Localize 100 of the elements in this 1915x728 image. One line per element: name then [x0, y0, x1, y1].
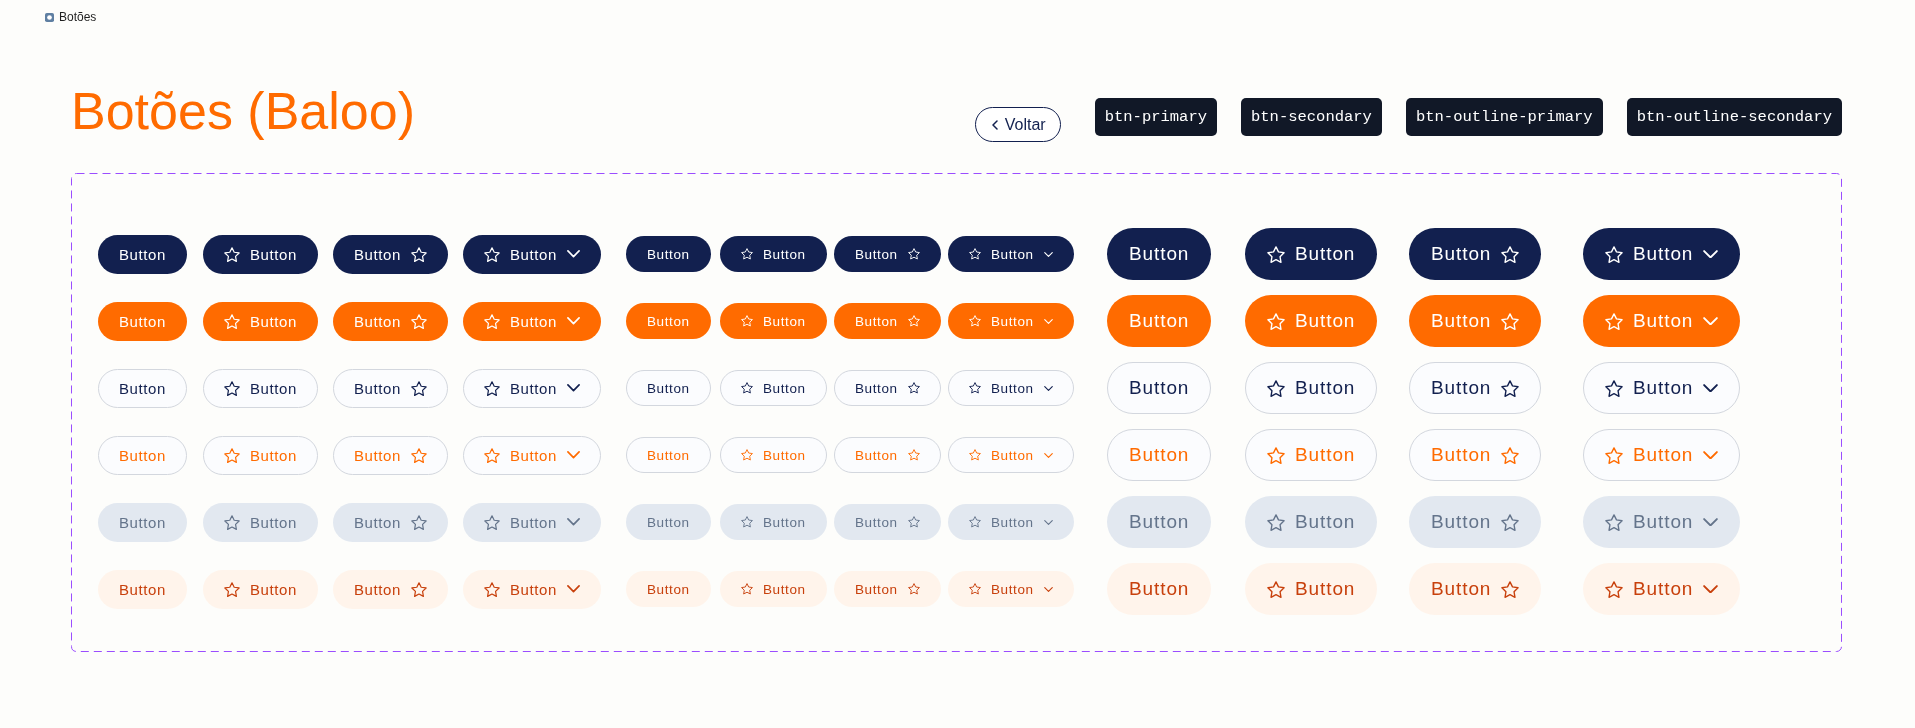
dropdown-button[interactable]: Button	[463, 301, 601, 341]
star-button[interactable]: Button	[720, 236, 827, 272]
star-icon	[1267, 379, 1285, 397]
star-button[interactable]: Button	[333, 368, 448, 408]
star-button[interactable]: Button	[720, 571, 827, 607]
dropdown-button[interactable]: Button	[463, 435, 601, 475]
star-button[interactable]: Button	[1245, 563, 1378, 615]
star-icon	[410, 447, 427, 463]
chevron-down-icon	[1043, 586, 1053, 592]
star-icon	[969, 449, 981, 461]
star-button[interactable]: Button	[333, 234, 448, 274]
star-button[interactable]: Button	[1245, 429, 1378, 481]
dropdown-button[interactable]: Button	[1583, 563, 1741, 615]
dropdown-button[interactable]: Button	[948, 303, 1074, 339]
pill-button[interactable]: Button	[98, 368, 187, 408]
dropdown-button[interactable]: Button	[948, 571, 1074, 607]
chevron-down-icon	[1043, 519, 1053, 525]
dropdown-button[interactable]: Button	[463, 569, 601, 609]
star-button[interactable]: Button	[1409, 228, 1542, 280]
star-button[interactable]: Button	[333, 301, 448, 341]
star-button[interactable]: Button	[203, 368, 318, 408]
star-button[interactable]: Button	[203, 435, 318, 475]
star-button[interactable]: Button	[203, 502, 318, 542]
dropdown-button[interactable]: Button	[1583, 362, 1741, 414]
page-title: Botões (Baloo)	[71, 82, 415, 140]
chevron-down-icon	[1043, 385, 1053, 391]
pill-button[interactable]: Button	[1107, 362, 1212, 414]
pill-button[interactable]: Button	[1107, 496, 1212, 548]
pill-button[interactable]: Button	[1107, 295, 1212, 347]
star-icon	[1501, 580, 1520, 598]
chevron-down-icon	[1043, 251, 1053, 257]
star-button[interactable]: Button	[203, 234, 318, 274]
pill-button[interactable]: Button	[626, 504, 711, 540]
star-button[interactable]: Button	[1245, 362, 1378, 414]
star-button[interactable]: Button	[203, 301, 318, 341]
pill-button[interactable]: Button	[1107, 563, 1212, 615]
star-button[interactable]: Button	[834, 504, 941, 540]
star-button[interactable]: Button	[834, 370, 941, 406]
star-button[interactable]: Button	[834, 236, 941, 272]
dropdown-button[interactable]: Button	[948, 504, 1074, 540]
chevron-down-icon	[1703, 584, 1719, 594]
star-button[interactable]: Button	[834, 303, 941, 339]
star-button[interactable]: Button	[1245, 295, 1378, 347]
pill-button[interactable]: Button	[626, 236, 711, 272]
star-button[interactable]: Button	[834, 437, 941, 473]
class-tag: btn-secondary	[1241, 98, 1382, 136]
star-button[interactable]: Button	[203, 569, 318, 609]
pill-button[interactable]: Button	[626, 437, 711, 473]
back-button[interactable]: Voltar	[974, 107, 1061, 142]
pill-button[interactable]: Button	[98, 301, 187, 341]
class-tag: btn-outline-secondary	[1626, 98, 1842, 136]
pill-button[interactable]: Button	[98, 569, 187, 609]
pill-button[interactable]: Button	[1107, 429, 1212, 481]
star-button[interactable]: Button	[720, 370, 827, 406]
star-icon	[741, 516, 753, 528]
star-button[interactable]: Button	[720, 437, 827, 473]
star-button[interactable]: Button	[1409, 295, 1542, 347]
dropdown-button[interactable]: Button	[463, 234, 601, 274]
star-button[interactable]: Button	[333, 435, 448, 475]
star-icon	[484, 447, 500, 463]
pill-button[interactable]: Button	[1107, 228, 1212, 280]
chevron-down-icon	[566, 585, 580, 593]
star-icon	[1501, 446, 1520, 464]
dropdown-button[interactable]: Button	[948, 236, 1074, 272]
pill-button[interactable]: Button	[98, 435, 187, 475]
star-button[interactable]: Button	[1409, 563, 1542, 615]
pill-button[interactable]: Button	[98, 502, 187, 542]
pill-button[interactable]: Button	[626, 571, 711, 607]
dropdown-button[interactable]: Button	[463, 502, 601, 542]
dropdown-button[interactable]: Button	[463, 368, 601, 408]
dropdown-button[interactable]: Button	[948, 437, 1074, 473]
star-button[interactable]: Button	[333, 502, 448, 542]
star-button[interactable]: Button	[834, 571, 941, 607]
star-button[interactable]: Button	[1245, 496, 1378, 548]
star-button[interactable]: Button	[720, 504, 827, 540]
star-button[interactable]: Button	[333, 569, 448, 609]
star-icon	[907, 382, 920, 394]
chevron-down-icon	[1703, 316, 1719, 326]
dropdown-button[interactable]: Button	[1583, 429, 1741, 481]
chevron-down-icon	[1043, 318, 1053, 324]
star-button[interactable]: Button	[1245, 228, 1378, 280]
star-icon	[741, 315, 753, 327]
pill-button[interactable]: Button	[626, 303, 711, 339]
star-icon	[1501, 379, 1520, 397]
star-button[interactable]: Button	[1409, 496, 1542, 548]
star-icon	[969, 315, 981, 327]
dropdown-button[interactable]: Button	[1583, 295, 1741, 347]
star-button[interactable]: Button	[1409, 362, 1542, 414]
star-button[interactable]: Button	[1409, 429, 1542, 481]
star-icon	[1605, 513, 1623, 531]
pill-button[interactable]: Button	[626, 370, 711, 406]
chevron-down-icon	[566, 384, 580, 392]
star-icon	[969, 583, 981, 595]
dropdown-button[interactable]: Button	[1583, 496, 1741, 548]
chevron-down-icon	[1703, 249, 1719, 259]
pill-button[interactable]: Button	[98, 234, 187, 274]
class-tag: btn-primary	[1094, 98, 1217, 136]
dropdown-button[interactable]: Button	[1583, 228, 1741, 280]
dropdown-button[interactable]: Button	[948, 370, 1074, 406]
star-button[interactable]: Button	[720, 303, 827, 339]
